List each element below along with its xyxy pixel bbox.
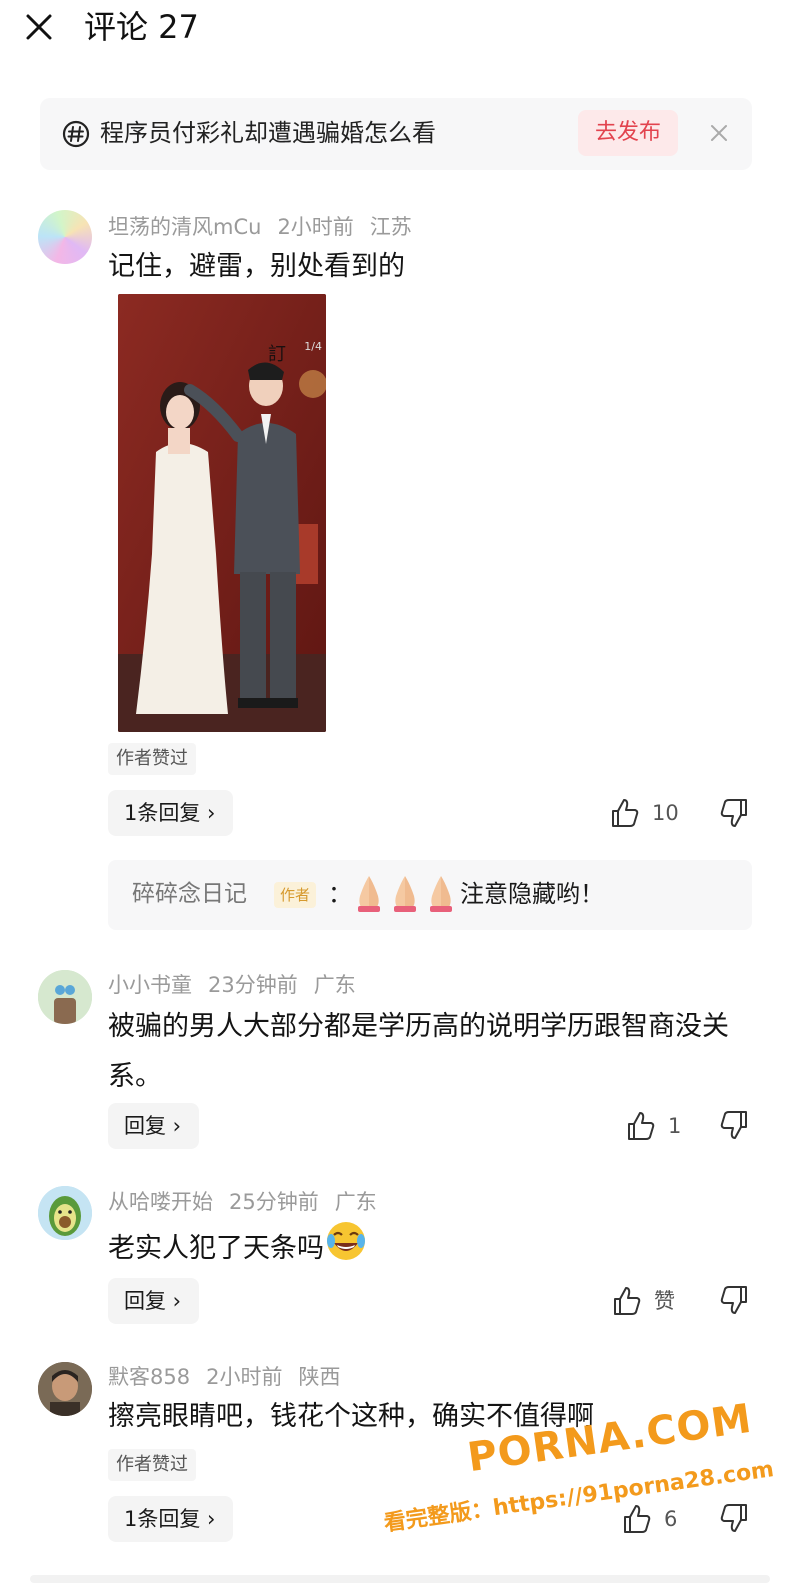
bottom-divider bbox=[30, 1575, 770, 1583]
author-liked-badge: 作者赞过 bbox=[108, 1449, 196, 1481]
like-count: 1 bbox=[668, 1114, 682, 1138]
location: 江苏 bbox=[369, 215, 412, 239]
comment-text: 老实人犯了天条吗 bbox=[108, 1219, 738, 1272]
laugh-cry-emoji-icon bbox=[327, 1222, 365, 1260]
close-topic-icon[interactable] bbox=[708, 122, 730, 144]
close-icon[interactable] bbox=[22, 10, 56, 44]
comment-meta: 默客858 2小时前 陕西 bbox=[108, 1362, 356, 1392]
reply-button[interactable]: 回复 › bbox=[108, 1103, 200, 1149]
location: 广东 bbox=[334, 1190, 377, 1214]
topic-text: 程序员付彩礼却遭遇骗婚怎么看 bbox=[100, 119, 436, 147]
username[interactable]: 从哈喽开始 bbox=[108, 1190, 213, 1214]
avocado-avatar-icon bbox=[38, 1186, 92, 1240]
comment-meta: 坦荡的清风mCu 2小时前 江苏 bbox=[108, 212, 428, 242]
comment-text: 被骗的男人大部分都是学历高的说明学历跟智商没关系。 bbox=[108, 1011, 729, 1092]
location: 广东 bbox=[313, 973, 356, 997]
like-button[interactable]: 1 bbox=[626, 1106, 681, 1146]
like-button[interactable]: 赞 bbox=[612, 1281, 675, 1321]
pray-emoji-icon bbox=[430, 876, 452, 912]
username[interactable]: 默客858 bbox=[108, 1365, 190, 1389]
sub-reply[interactable]: 碎碎念日记 作者 ： 注意隐藏哟！ bbox=[108, 860, 752, 930]
image-counter: 1/4 bbox=[304, 340, 322, 353]
thumbs-up-icon bbox=[628, 1112, 655, 1140]
avatar-illustration bbox=[38, 970, 92, 1024]
avatar-photo bbox=[38, 1362, 92, 1416]
comment-body: 老实人犯了天条吗 bbox=[108, 1233, 324, 1264]
reply-button[interactable]: 回复 › bbox=[108, 1278, 200, 1324]
timestamp: 23分钟前 bbox=[208, 973, 298, 997]
username[interactable]: 坦荡的清风mCu bbox=[108, 215, 261, 239]
like-label: 赞 bbox=[654, 1289, 675, 1313]
header: 评论 27 bbox=[0, 0, 800, 60]
username[interactable]: 小小书童 bbox=[108, 973, 192, 997]
avatar[interactable] bbox=[38, 970, 92, 1024]
thumbs-down-icon[interactable] bbox=[716, 797, 750, 831]
comment-image[interactable]: 訂 1/4 bbox=[118, 294, 326, 732]
wedding-photo-illustration: 訂 bbox=[118, 294, 326, 732]
photo-calligraphy: 訂 bbox=[268, 344, 286, 365]
comment-text: 记住，避雷，别处看到的 bbox=[108, 251, 405, 282]
timestamp: 25分钟前 bbox=[229, 1190, 319, 1214]
timestamp: 2小时前 bbox=[277, 215, 354, 239]
author-liked-badge: 作者赞过 bbox=[108, 743, 196, 775]
like-count: 10 bbox=[652, 801, 679, 825]
sub-reply-text: ： 注意隐藏哟！ bbox=[328, 874, 604, 914]
avatar[interactable] bbox=[38, 210, 92, 264]
thumbs-down-icon[interactable] bbox=[716, 1109, 750, 1143]
sub-reply-body: 注意隐藏哟！ bbox=[460, 880, 604, 908]
author-tag: 作者 bbox=[274, 882, 317, 908]
view-replies-button[interactable]: 1条回复 › bbox=[108, 1496, 234, 1542]
view-replies-button[interactable]: 1条回复 › bbox=[108, 790, 234, 836]
sub-reply-author[interactable]: 碎碎念日记 bbox=[132, 876, 247, 912]
pray-emoji-icon bbox=[394, 876, 416, 912]
hashtag-icon bbox=[62, 120, 90, 148]
page-title: 评论 27 bbox=[84, 8, 199, 46]
publish-button[interactable]: 去发布 bbox=[578, 110, 678, 156]
avatar[interactable] bbox=[38, 1362, 92, 1416]
pray-emoji-icon bbox=[358, 876, 380, 912]
comment-meta: 小小书童 23分钟前 广东 bbox=[108, 970, 372, 1000]
topic-bar[interactable]: 程序员付彩礼却遭遇骗婚怎么看 去发布 bbox=[40, 98, 752, 170]
thumbs-down-icon[interactable] bbox=[716, 1284, 750, 1318]
location: 陕西 bbox=[298, 1365, 341, 1389]
thumbs-up-icon bbox=[614, 1287, 641, 1315]
timestamp: 2小时前 bbox=[206, 1365, 283, 1389]
colon: ： bbox=[328, 880, 352, 908]
comment-meta: 从哈喽开始 25分钟前 广东 bbox=[108, 1187, 393, 1217]
thumbs-up-icon bbox=[612, 799, 639, 827]
avatar[interactable] bbox=[38, 1186, 92, 1240]
like-button[interactable]: 10 bbox=[610, 793, 679, 833]
